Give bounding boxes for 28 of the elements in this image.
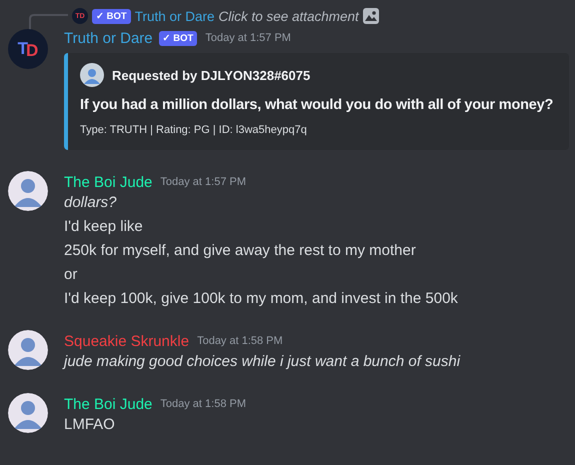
message-text: 250k for myself, and give away the rest to my mother — [64, 241, 417, 261]
requester-name: Requested by DJLYON328#6075 — [112, 68, 310, 82]
bot-badge: ✓ BOT — [158, 30, 198, 46]
reply-author[interactable]: Truth or Dare — [134, 8, 214, 24]
author-name[interactable]: Truth or Dare — [64, 30, 153, 46]
message-text: I'd keep like — [64, 217, 144, 237]
timestamp: Today at 1:57 PM — [205, 32, 291, 44]
user-avatar[interactable] — [8, 171, 48, 211]
embed-footer: Type: TRUTH | Rating: PG | ID: l3wa5heypq7q — [80, 124, 561, 136]
author-name[interactable]: Squeakie Skrunkle — [64, 332, 190, 350]
bot-badge: ✓ BOT — [92, 8, 131, 24]
user-avatar[interactable] — [8, 393, 48, 433]
message-text: jude making good choices while i just want a bunch of sushi — [64, 352, 462, 372]
message-text: dollars? — [64, 193, 118, 213]
user-avatar[interactable] — [8, 330, 48, 370]
message-text: or — [64, 265, 78, 285]
author-name[interactable]: The Boi Jude — [64, 396, 152, 412]
timestamp: Today at 1:57 PM — [160, 176, 246, 188]
bot-avatar[interactable]: TD — [8, 29, 48, 69]
requester-avatar — [80, 63, 104, 87]
author-name[interactable]: The Boi Jude — [64, 174, 152, 190]
timestamp: Today at 1:58 PM — [197, 335, 283, 347]
timestamp: Today at 1:58 PM — [160, 398, 246, 410]
message-text: LMFAO — [64, 415, 116, 435]
image-icon — [362, 8, 379, 24]
reply-text[interactable]: Click to see attachment — [218, 8, 359, 24]
message-text: I'd keep 100k, give 100k to my mom, and invest in the 500k — [64, 289, 459, 309]
question-text: If you had a million dollars, what would you do with all of your money? — [80, 97, 554, 113]
